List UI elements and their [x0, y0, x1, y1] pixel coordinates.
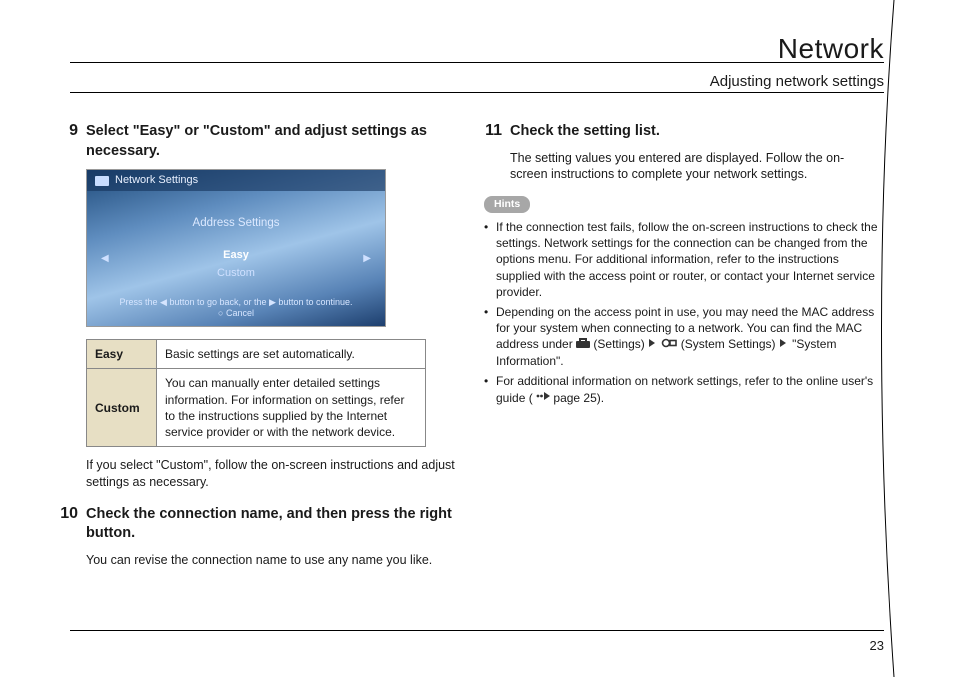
- step-title: Check the connection name, and then pres…: [86, 505, 456, 544]
- right-column: 11 Check the setting list. The setting v…: [484, 120, 880, 581]
- table-label: Custom: [87, 369, 157, 447]
- table-label: Easy: [87, 340, 157, 369]
- arrow-right-icon: [779, 336, 789, 352]
- right-arrow-icon: ▶: [363, 252, 371, 266]
- step-title: Check the setting list.: [510, 122, 660, 142]
- system-settings-icon: [661, 336, 677, 352]
- step-title: Select "Easy" or "Custom" and adjust set…: [86, 122, 456, 161]
- toolbox-icon: [576, 336, 590, 352]
- screenshot-heading: Address Settings: [87, 216, 385, 232]
- hint-text: (System Settings): [681, 337, 779, 351]
- left-column: 9 Select "Easy" or "Custom" and adjust s…: [60, 120, 456, 581]
- step-body: You can revise the connection name to us…: [86, 552, 456, 569]
- screenshot-footer-line: ○ Cancel: [87, 308, 385, 320]
- hint-text: (Settings): [593, 337, 644, 351]
- step-note: If you select "Custom", follow the on-sc…: [86, 457, 456, 491]
- list-item: If the connection test fails, follow the…: [484, 219, 880, 300]
- sub-title: Adjusting network settings: [710, 72, 884, 92]
- table-row: Easy Basic settings are set automaticall…: [87, 340, 426, 369]
- step-number: 11: [484, 120, 502, 142]
- screenshot-footer-line: Press the ◀ button to go back, or the ▶ …: [87, 297, 385, 309]
- table-row: Custom You can manually enter detailed s…: [87, 369, 426, 447]
- page-reference-icon: [536, 389, 550, 405]
- hint-text: page 25).: [553, 391, 604, 405]
- step-number: 9: [60, 120, 78, 142]
- list-item: Depending on the access point in use, yo…: [484, 304, 880, 369]
- psp-screenshot: Network Settings Address Settings ◀ Easy…: [86, 169, 386, 327]
- page-number: 23: [870, 637, 884, 655]
- step-number: 10: [60, 503, 78, 525]
- table-desc: You can manually enter detailed settings…: [157, 369, 426, 447]
- hints-badge: Hints: [484, 196, 530, 213]
- screenshot-option-custom: Custom: [87, 266, 385, 281]
- divider: [70, 92, 884, 93]
- options-table: Easy Basic settings are set automaticall…: [86, 339, 426, 447]
- table-desc: Basic settings are set automatically.: [157, 340, 426, 369]
- hint-text: If the connection test fails, follow the…: [496, 220, 878, 299]
- arrow-right-icon: [648, 336, 658, 352]
- divider: [70, 630, 884, 631]
- step-body: The setting values you entered are displ…: [510, 150, 880, 184]
- divider: [70, 62, 884, 63]
- hints-list: If the connection test fails, follow the…: [484, 219, 880, 407]
- list-item: For additional information on network se…: [484, 373, 880, 406]
- screenshot-option-easy: Easy: [87, 248, 385, 263]
